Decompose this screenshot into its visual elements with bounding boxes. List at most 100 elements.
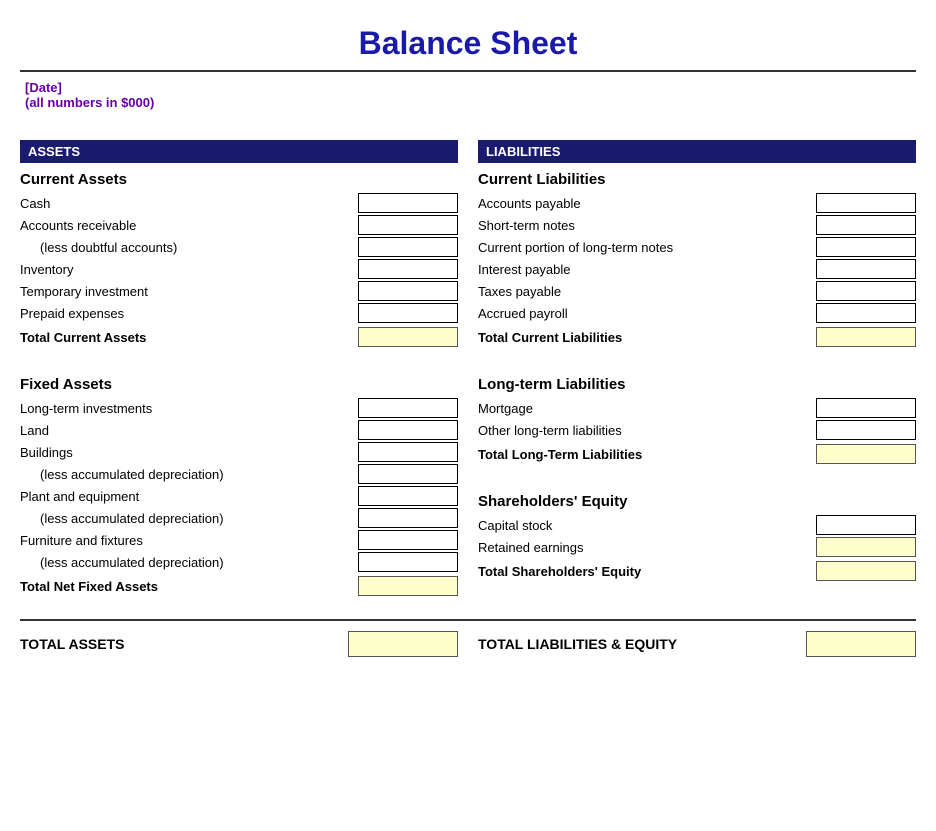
land-input[interactable] [358,420,458,440]
accrued-payroll-label: Accrued payroll [478,306,816,321]
interest-payable-input[interactable] [816,259,916,279]
temporary-investment-row: Temporary investment [20,280,458,302]
short-term-notes-label: Short-term notes [478,218,816,233]
mortgage-label: Mortgage [478,401,816,416]
accrued-payroll-row: Accrued payroll [478,302,916,324]
less-accum-depr-furniture-row: (less accumulated depreciation) [20,551,458,573]
less-accum-depr-plant-input[interactable] [358,508,458,528]
less-doubtful-input[interactable] [358,237,458,257]
temporary-investment-input[interactable] [358,281,458,301]
total-longterm-liabilities-label: Total Long-Term Liabilities [478,447,816,462]
land-row: Land [20,419,458,441]
longterm-investments-input[interactable] [358,398,458,418]
less-accum-depr-furniture-input[interactable] [358,552,458,572]
short-term-notes-row: Short-term notes [478,214,916,236]
total-equity-input[interactable] [816,561,916,581]
capital-stock-label: Capital stock [478,518,816,533]
inventory-label: Inventory [20,262,358,277]
total-assets-col: TOTAL ASSETS [20,631,458,657]
taxes-payable-label: Taxes payable [478,284,816,299]
longterm-investments-label: Long-term investments [20,401,358,416]
temporary-investment-label: Temporary investment [20,284,358,299]
total-equity-label: Total Shareholders' Equity [478,564,816,579]
total-current-assets-input[interactable] [358,327,458,347]
total-liabilities-equity-col: TOTAL LIABILITIES & EQUITY [478,631,916,657]
assets-header: ASSETS [20,140,458,163]
total-longterm-liabilities-input[interactable] [816,444,916,464]
furniture-fixtures-label: Furniture and fixtures [20,533,358,548]
land-label: Land [20,423,358,438]
accrued-payroll-input[interactable] [816,303,916,323]
buildings-label: Buildings [20,445,358,460]
liabilities-column: LIABILITIES Current Liabilities Accounts… [478,140,916,599]
retained-earnings-input[interactable] [816,537,916,557]
retained-earnings-row: Retained earnings [478,536,916,558]
liabilities-header: LIABILITIES [478,140,916,163]
taxes-payable-row: Taxes payable [478,280,916,302]
total-net-fixed-assets-input[interactable] [358,576,458,596]
accounts-receivable-row: Accounts receivable [20,214,458,236]
accounts-payable-input[interactable] [816,193,916,213]
buildings-input[interactable] [358,442,458,462]
mortgage-input[interactable] [816,398,916,418]
plant-equipment-row: Plant and equipment [20,485,458,507]
buildings-row: Buildings [20,441,458,463]
total-equity-row: Total Shareholders' Equity [478,558,916,584]
total-longterm-liabilities-row: Total Long-Term Liabilities [478,441,916,467]
interest-payable-label: Interest payable [478,262,816,277]
mortgage-row: Mortgage [478,397,916,419]
short-term-notes-input[interactable] [816,215,916,235]
total-current-liabilities-input[interactable] [816,327,916,347]
prepaid-expenses-row: Prepaid expenses [20,302,458,324]
accounts-payable-row: Accounts payable [478,192,916,214]
total-current-liabilities-label: Total Current Liabilities [478,330,816,345]
less-accum-depr-buildings-row: (less accumulated depreciation) [20,463,458,485]
total-assets-label: TOTAL ASSETS [20,636,125,652]
less-accum-depr-buildings-label: (less accumulated depreciation) [20,467,358,482]
date-label: [Date] [25,80,916,95]
accounts-payable-label: Accounts payable [478,196,816,211]
fixed-assets-title: Fixed Assets [20,376,458,393]
equity-title: Shareholders' Equity [478,493,916,510]
cash-row: Cash [20,192,458,214]
inventory-input[interactable] [358,259,458,279]
other-longterm-liabilities-label: Other long-term liabilities [478,423,816,438]
total-liabilities-equity-input[interactable] [806,631,916,657]
longterm-liabilities-title: Long-term Liabilities [478,376,916,393]
numbers-unit-label: (all numbers in $000) [25,95,916,110]
prepaid-expenses-input[interactable] [358,303,458,323]
interest-payable-row: Interest payable [478,258,916,280]
total-assets-input[interactable] [348,631,458,657]
current-portion-longterm-input[interactable] [816,237,916,257]
current-assets-title: Current Assets [20,171,458,188]
less-accum-depr-furniture-label: (less accumulated depreciation) [20,555,358,570]
current-portion-longterm-label: Current portion of long-term notes [478,240,816,255]
total-net-fixed-assets-label: Total Net Fixed Assets [20,579,358,594]
current-liabilities-title: Current Liabilities [478,171,916,188]
longterm-investments-row: Long-term investments [20,397,458,419]
prepaid-expenses-label: Prepaid expenses [20,306,358,321]
accounts-receivable-label: Accounts receivable [20,218,358,233]
total-current-liabilities-row: Total Current Liabilities [478,324,916,350]
other-longterm-liabilities-input[interactable] [816,420,916,440]
less-doubtful-row: (less doubtful accounts) [20,236,458,258]
taxes-payable-input[interactable] [816,281,916,301]
page-title: Balance Sheet [20,10,916,72]
other-longterm-liabilities-row: Other long-term liabilities [478,419,916,441]
cash-label: Cash [20,196,358,211]
furniture-fixtures-row: Furniture and fixtures [20,529,458,551]
accounts-receivable-input[interactable] [358,215,458,235]
plant-equipment-label: Plant and equipment [20,489,358,504]
capital-stock-input[interactable] [816,515,916,535]
assets-column: ASSETS Current Assets Cash Accounts rece… [20,140,458,599]
total-current-assets-label: Total Current Assets [20,330,358,345]
plant-equipment-input[interactable] [358,486,458,506]
retained-earnings-label: Retained earnings [478,540,816,555]
total-current-assets-row: Total Current Assets [20,324,458,350]
total-net-fixed-assets-row: Total Net Fixed Assets [20,573,458,599]
less-accum-depr-buildings-input[interactable] [358,464,458,484]
total-liabilities-equity-label: TOTAL LIABILITIES & EQUITY [478,636,677,652]
less-accum-depr-plant-label: (less accumulated depreciation) [20,511,358,526]
cash-input[interactable] [358,193,458,213]
furniture-fixtures-input[interactable] [358,530,458,550]
